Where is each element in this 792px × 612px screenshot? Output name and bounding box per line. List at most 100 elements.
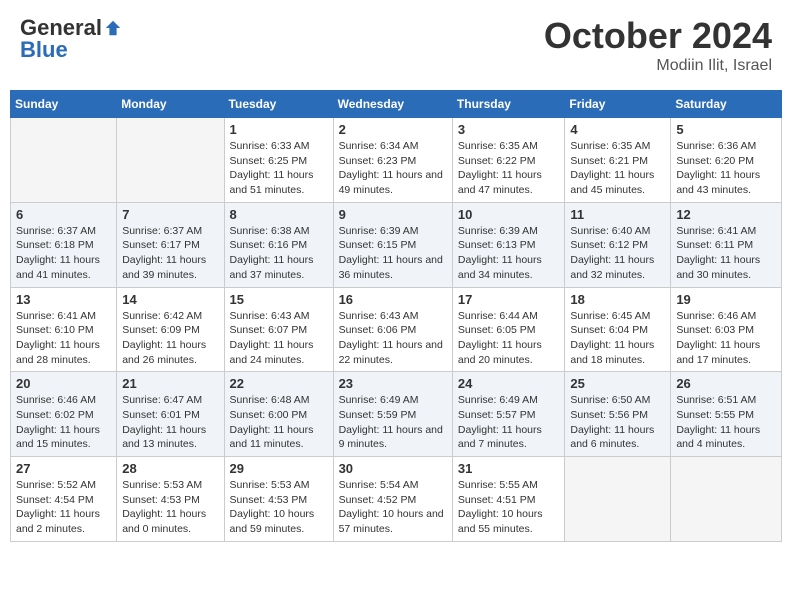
day-info: Sunrise: 6:49 AM Sunset: 5:59 PM Dayligh… [339,393,447,452]
calendar-cell: 15 Sunrise: 6:43 AM Sunset: 6:07 PM Dayl… [224,287,333,372]
day-number: 26 [676,376,776,391]
day-number: 20 [16,376,111,391]
title-area: October 2024 Modiin Ilit, Israel [544,15,772,75]
day-number: 4 [570,122,665,137]
calendar-cell: 29 Sunrise: 5:53 AM Sunset: 4:53 PM Dayl… [224,457,333,542]
col-header-saturday: Saturday [671,91,782,118]
day-info: Sunrise: 6:48 AM Sunset: 6:00 PM Dayligh… [230,393,328,452]
day-info: Sunrise: 6:39 AM Sunset: 6:13 PM Dayligh… [458,224,559,283]
day-info: Sunrise: 6:38 AM Sunset: 6:16 PM Dayligh… [230,224,328,283]
day-info: Sunrise: 5:53 AM Sunset: 4:53 PM Dayligh… [122,478,218,537]
day-info: Sunrise: 6:46 AM Sunset: 6:02 PM Dayligh… [16,393,111,452]
day-number: 9 [339,207,447,222]
calendar-table: SundayMondayTuesdayWednesdayThursdayFrid… [10,90,782,542]
calendar-cell: 3 Sunrise: 6:35 AM Sunset: 6:22 PM Dayli… [452,118,564,203]
day-info: Sunrise: 6:42 AM Sunset: 6:09 PM Dayligh… [122,309,218,368]
calendar-cell [117,118,224,203]
calendar-cell: 7 Sunrise: 6:37 AM Sunset: 6:17 PM Dayli… [117,202,224,287]
day-number: 2 [339,122,447,137]
day-number: 6 [16,207,111,222]
day-info: Sunrise: 5:55 AM Sunset: 4:51 PM Dayligh… [458,478,559,537]
day-info: Sunrise: 6:46 AM Sunset: 6:03 PM Dayligh… [676,309,776,368]
calendar-cell: 23 Sunrise: 6:49 AM Sunset: 5:59 PM Dayl… [333,372,452,457]
calendar-cell: 10 Sunrise: 6:39 AM Sunset: 6:13 PM Dayl… [452,202,564,287]
logo: General Blue [20,15,124,63]
day-number: 17 [458,292,559,307]
day-info: Sunrise: 6:47 AM Sunset: 6:01 PM Dayligh… [122,393,218,452]
day-number: 15 [230,292,328,307]
day-info: Sunrise: 6:41 AM Sunset: 6:11 PM Dayligh… [676,224,776,283]
calendar-cell: 8 Sunrise: 6:38 AM Sunset: 6:16 PM Dayli… [224,202,333,287]
day-number: 16 [339,292,447,307]
day-number: 25 [570,376,665,391]
location-title: Modiin Ilit, Israel [544,57,772,75]
calendar-cell: 24 Sunrise: 6:49 AM Sunset: 5:57 PM Dayl… [452,372,564,457]
day-info: Sunrise: 6:39 AM Sunset: 6:15 PM Dayligh… [339,224,447,283]
day-number: 21 [122,376,218,391]
day-number: 11 [570,207,665,222]
day-number: 1 [230,122,328,137]
calendar-cell: 4 Sunrise: 6:35 AM Sunset: 6:21 PM Dayli… [565,118,671,203]
day-info: Sunrise: 6:44 AM Sunset: 6:05 PM Dayligh… [458,309,559,368]
week-row-3: 13 Sunrise: 6:41 AM Sunset: 6:10 PM Dayl… [11,287,782,372]
calendar-cell: 19 Sunrise: 6:46 AM Sunset: 6:03 PM Dayl… [671,287,782,372]
day-number: 14 [122,292,218,307]
day-number: 5 [676,122,776,137]
calendar-cell: 26 Sunrise: 6:51 AM Sunset: 5:55 PM Dayl… [671,372,782,457]
calendar-cell: 13 Sunrise: 6:41 AM Sunset: 6:10 PM Dayl… [11,287,117,372]
page-header: General Blue October 2024 Modiin Ilit, I… [10,10,782,80]
day-number: 12 [676,207,776,222]
calendar-cell: 11 Sunrise: 6:40 AM Sunset: 6:12 PM Dayl… [565,202,671,287]
calendar-cell: 1 Sunrise: 6:33 AM Sunset: 6:25 PM Dayli… [224,118,333,203]
calendar-cell: 28 Sunrise: 5:53 AM Sunset: 4:53 PM Dayl… [117,457,224,542]
day-number: 8 [230,207,328,222]
logo-icon [104,19,122,37]
col-header-wednesday: Wednesday [333,91,452,118]
calendar-cell: 22 Sunrise: 6:48 AM Sunset: 6:00 PM Dayl… [224,372,333,457]
col-header-monday: Monday [117,91,224,118]
day-info: Sunrise: 6:34 AM Sunset: 6:23 PM Dayligh… [339,139,447,198]
day-info: Sunrise: 6:33 AM Sunset: 6:25 PM Dayligh… [230,139,328,198]
week-row-5: 27 Sunrise: 5:52 AM Sunset: 4:54 PM Dayl… [11,457,782,542]
calendar-cell: 6 Sunrise: 6:37 AM Sunset: 6:18 PM Dayli… [11,202,117,287]
day-number: 31 [458,461,559,476]
calendar-cell: 21 Sunrise: 6:47 AM Sunset: 6:01 PM Dayl… [117,372,224,457]
logo-blue: Blue [20,37,68,63]
day-number: 24 [458,376,559,391]
day-number: 18 [570,292,665,307]
day-number: 27 [16,461,111,476]
calendar-cell: 5 Sunrise: 6:36 AM Sunset: 6:20 PM Dayli… [671,118,782,203]
calendar-cell: 17 Sunrise: 6:44 AM Sunset: 6:05 PM Dayl… [452,287,564,372]
day-info: Sunrise: 6:43 AM Sunset: 6:07 PM Dayligh… [230,309,328,368]
day-number: 28 [122,461,218,476]
calendar-cell: 16 Sunrise: 6:43 AM Sunset: 6:06 PM Dayl… [333,287,452,372]
calendar-cell: 30 Sunrise: 5:54 AM Sunset: 4:52 PM Dayl… [333,457,452,542]
day-info: Sunrise: 6:35 AM Sunset: 6:22 PM Dayligh… [458,139,559,198]
day-number: 29 [230,461,328,476]
day-info: Sunrise: 6:49 AM Sunset: 5:57 PM Dayligh… [458,393,559,452]
calendar-cell [671,457,782,542]
day-number: 13 [16,292,111,307]
col-header-thursday: Thursday [452,91,564,118]
day-info: Sunrise: 6:36 AM Sunset: 6:20 PM Dayligh… [676,139,776,198]
day-number: 7 [122,207,218,222]
calendar-cell: 12 Sunrise: 6:41 AM Sunset: 6:11 PM Dayl… [671,202,782,287]
week-row-4: 20 Sunrise: 6:46 AM Sunset: 6:02 PM Dayl… [11,372,782,457]
day-number: 3 [458,122,559,137]
day-info: Sunrise: 5:54 AM Sunset: 4:52 PM Dayligh… [339,478,447,537]
calendar-cell: 25 Sunrise: 6:50 AM Sunset: 5:56 PM Dayl… [565,372,671,457]
col-header-tuesday: Tuesday [224,91,333,118]
calendar-cell [11,118,117,203]
calendar-cell: 9 Sunrise: 6:39 AM Sunset: 6:15 PM Dayli… [333,202,452,287]
week-row-1: 1 Sunrise: 6:33 AM Sunset: 6:25 PM Dayli… [11,118,782,203]
day-info: Sunrise: 6:51 AM Sunset: 5:55 PM Dayligh… [676,393,776,452]
day-number: 19 [676,292,776,307]
calendar-cell: 20 Sunrise: 6:46 AM Sunset: 6:02 PM Dayl… [11,372,117,457]
month-title: October 2024 [544,15,772,57]
day-info: Sunrise: 5:53 AM Sunset: 4:53 PM Dayligh… [230,478,328,537]
day-info: Sunrise: 6:37 AM Sunset: 6:17 PM Dayligh… [122,224,218,283]
day-number: 23 [339,376,447,391]
header-row: SundayMondayTuesdayWednesdayThursdayFrid… [11,91,782,118]
day-number: 10 [458,207,559,222]
day-info: Sunrise: 6:40 AM Sunset: 6:12 PM Dayligh… [570,224,665,283]
